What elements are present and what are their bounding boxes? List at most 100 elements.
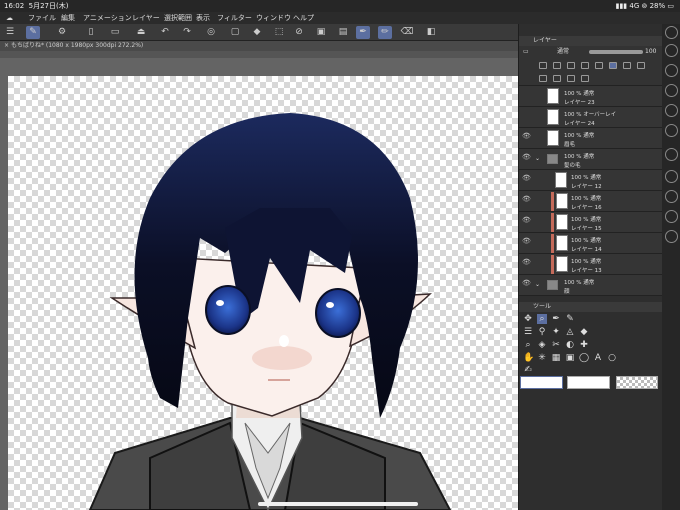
eye-icon[interactable]: 👁 (522, 175, 531, 182)
navigator-icon[interactable] (665, 64, 678, 77)
pen-palette-icon[interactable] (665, 230, 678, 243)
lock-icon[interactable] (581, 62, 589, 69)
deselect-icon[interactable]: ⊘ (292, 26, 306, 39)
layer-row[interactable]: 👁 100 % 通常 レイヤー 14 (519, 233, 662, 254)
canvas-area[interactable] (0, 58, 518, 510)
more-icon[interactable] (637, 62, 645, 69)
shape-icon[interactable]: ✚ (579, 340, 589, 350)
doc-close-icon[interactable]: × (4, 42, 9, 49)
menu-selection[interactable]: 選択範囲 (164, 12, 192, 24)
export-icon[interactable]: ⏏ (134, 26, 148, 39)
transparent-swatch[interactable] (616, 376, 658, 389)
settings-icon[interactable]: ⚙ (55, 26, 69, 39)
brush-icon[interactable]: ✎ (565, 314, 575, 324)
document-tab[interactable]: × もちばりね* (1080 x 1980px 300dpi 272.2%) (0, 41, 518, 51)
layer-color-icon[interactable] (567, 75, 575, 82)
new-file-icon[interactable]: ✎ (26, 26, 40, 39)
cloud-icon[interactable]: ☁ (6, 12, 13, 24)
gradient-icon[interactable]: ◐ (565, 340, 575, 350)
sub-color-swatch[interactable] (567, 376, 610, 389)
lasso-palette-icon[interactable] (665, 170, 678, 183)
fill-icon[interactable]: ◆ (250, 26, 264, 39)
layer-row[interactable]: 100 % 通常 レイヤー 23 (519, 86, 662, 107)
eye-icon[interactable]: 👁 (522, 133, 531, 140)
lasso-icon[interactable]: ◎ (204, 26, 218, 39)
menu-help[interactable]: ヘルプ (293, 12, 314, 24)
clip-icon[interactable] (595, 62, 603, 69)
blend-mode-select[interactable]: 通常 (557, 46, 569, 58)
select-pen-icon[interactable]: ◬ (565, 327, 575, 337)
eye-icon[interactable]: 👁 (522, 154, 531, 161)
circle-icon[interactable]: ○ (607, 353, 617, 363)
material-icon[interactable] (665, 190, 678, 203)
visibility-icon[interactable] (522, 113, 529, 118)
eye-icon[interactable]: 👁 (522, 196, 531, 203)
tool-property-icon[interactable] (665, 84, 678, 97)
text-icon[interactable]: A (593, 353, 603, 363)
expand-icon[interactable]: ⌄ (535, 281, 540, 288)
delete-layer-icon[interactable] (581, 75, 589, 82)
merge-icon[interactable] (539, 75, 547, 82)
layer-row[interactable]: 👁 100 % 通常 レイヤー 13 (519, 254, 662, 275)
opacity-slider[interactable] (589, 50, 643, 54)
file-icon[interactable]: ▯ (84, 26, 98, 39)
fill-tool-icon[interactable]: ◆ (579, 327, 589, 337)
layer-row[interactable]: 👁 100 % 通常 レイヤー 16 (519, 191, 662, 212)
undo-icon[interactable]: ↶ (158, 26, 172, 39)
save-icon[interactable]: ▭ (108, 26, 122, 39)
menu-edit[interactable]: 編集 (61, 12, 75, 24)
ruler-tool-icon[interactable]: ☰ (523, 327, 533, 337)
add-layer-icon[interactable] (539, 62, 547, 69)
eraser-icon[interactable]: ⌫ (400, 26, 414, 39)
visibility-icon[interactable] (522, 92, 529, 97)
zoom-icon[interactable]: ⌕ (537, 314, 547, 324)
layer-row[interactable]: 👁 100 % 通常 レイヤー 15 (519, 212, 662, 233)
pencil-icon[interactable]: ✏ (378, 26, 392, 39)
transform-icon[interactable]: ▢ (228, 26, 242, 39)
crop-icon[interactable]: ▣ (314, 26, 328, 39)
layer-row[interactable]: 👁 100 % 通常 眉毛 (519, 128, 662, 149)
wand-icon[interactable]: ✦ (551, 327, 561, 337)
menu-filter[interactable]: フィルター (217, 12, 252, 24)
redo-icon[interactable]: ↷ (180, 26, 194, 39)
hamburger-menu-icon[interactable]: ☰ (3, 26, 17, 39)
menu-view[interactable]: 表示 (196, 12, 210, 24)
invert-icon[interactable]: ▤ (336, 26, 350, 39)
sparkle-icon[interactable]: ✳ (537, 353, 547, 363)
bucket-icon[interactable]: ◈ (537, 340, 547, 350)
mask-icon[interactable] (623, 62, 631, 69)
eye-icon[interactable]: 👁 (522, 217, 531, 224)
layer-row[interactable]: 👁 100 % 通常 レイヤー 12 (519, 170, 662, 191)
menu-file[interactable]: ファイル (28, 12, 56, 24)
history-icon[interactable] (665, 148, 678, 161)
menu-window[interactable]: ウィンドウ (256, 12, 291, 24)
search-icon[interactable]: ⌕ (523, 340, 533, 350)
add-vector-icon[interactable] (553, 62, 561, 69)
menu-animation[interactable]: アニメーション (83, 12, 132, 24)
brush-size-icon[interactable] (665, 26, 678, 39)
add-folder-icon[interactable] (567, 62, 575, 69)
pen-tool-icon[interactable]: ✒ (551, 314, 561, 324)
layer-palette-icon[interactable] (665, 44, 678, 57)
cut-icon[interactable]: ✂ (551, 340, 561, 350)
grid-icon[interactable]: ▦ (551, 353, 561, 363)
layer-row[interactable]: 100 % オーバーレイ レイヤー 24 (519, 107, 662, 128)
main-color-swatch[interactable] (520, 376, 563, 389)
eye-icon[interactable]: 👁 (522, 259, 531, 266)
folder-row[interactable]: 👁 ⌄ 100 % 通常顔 (519, 275, 662, 296)
balloon-icon[interactable]: ◯ (579, 353, 589, 363)
frame-icon[interactable]: ▣ (565, 353, 575, 363)
color-wheel-icon[interactable] (665, 104, 678, 117)
layers-icon[interactable] (665, 210, 678, 223)
clear-icon[interactable]: ⬚ (272, 26, 286, 39)
pen-icon[interactable]: ✒ (356, 26, 370, 39)
eyedropper-icon[interactable]: ⚲ (537, 327, 547, 337)
expand-icon[interactable]: ⌄ (535, 155, 540, 162)
hand-icon[interactable]: ✋ (523, 353, 534, 363)
eye-icon[interactable]: 👁 (522, 238, 531, 245)
color-set-icon[interactable] (665, 124, 678, 137)
move-icon[interactable]: ✥ (523, 314, 533, 324)
copy-layer-icon[interactable] (553, 75, 561, 82)
folder-row[interactable]: 👁 ⌄ 100 % 通常 髪の毛 (519, 149, 662, 170)
tone-icon[interactable]: ◧ (424, 26, 438, 39)
